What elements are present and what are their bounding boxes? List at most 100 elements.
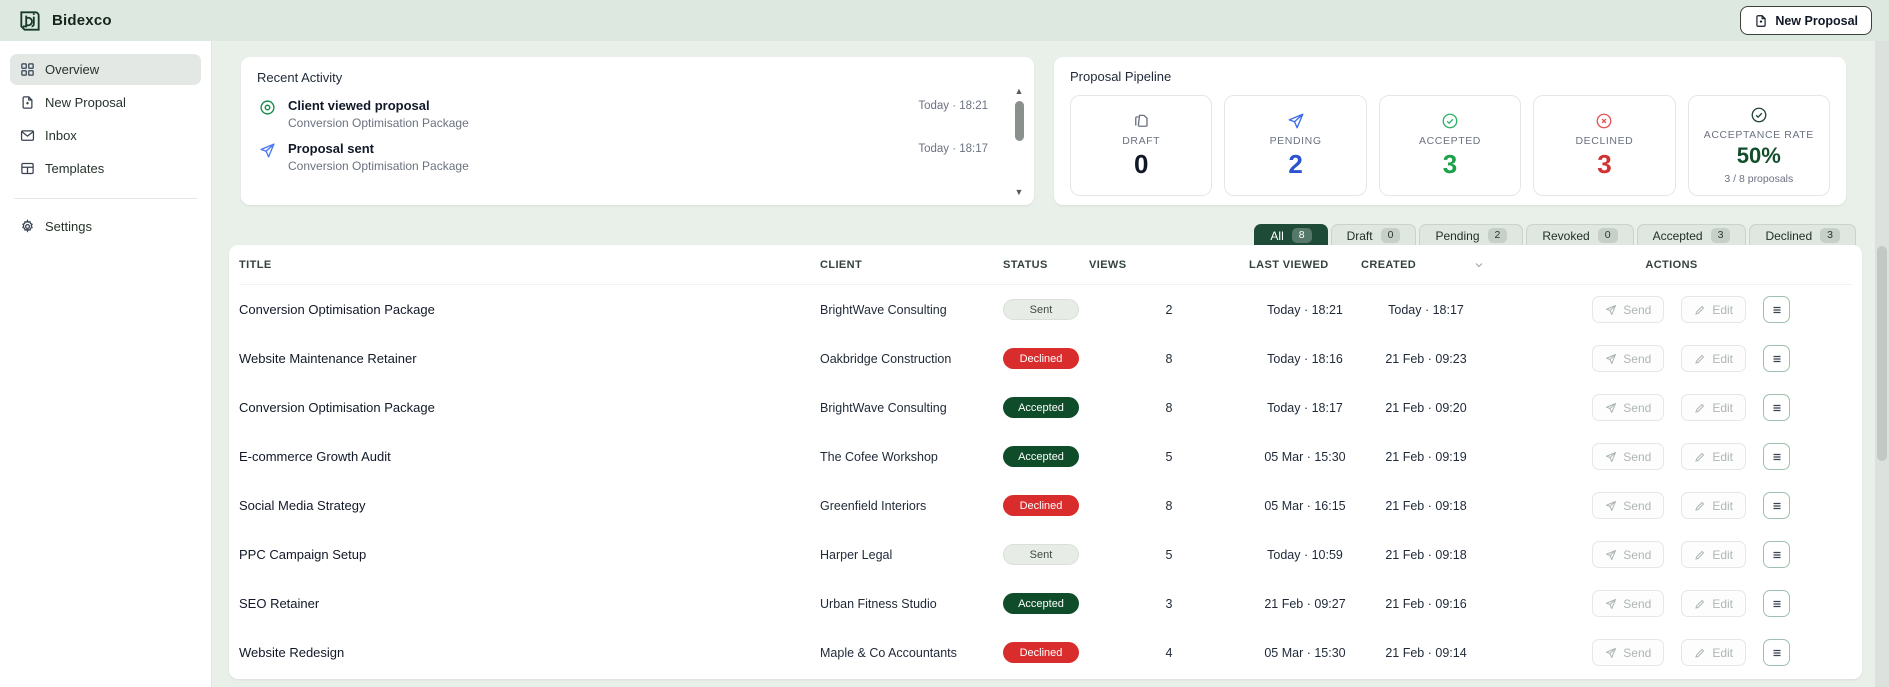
gear-icon [20, 219, 35, 234]
stat-declined: DECLINED 3 [1533, 95, 1675, 196]
recent-activity-title: Recent Activity [257, 70, 1018, 85]
chevron-down-icon[interactable] [1473, 259, 1485, 271]
edit-label: Edit [1712, 499, 1733, 513]
bidexco-logo-icon [17, 8, 43, 34]
status-badge-wrap: Accepted [1003, 593, 1089, 614]
proposal-created: 21 Feb · 09:18 [1361, 548, 1491, 562]
activity-title: Proposal sent [288, 141, 907, 156]
proposal-created: 21 Feb · 09:23 [1361, 352, 1491, 366]
proposal-last-viewed: Today · 18:17 [1249, 401, 1361, 415]
edit-button[interactable]: Edit [1681, 296, 1746, 323]
edit-button[interactable]: Edit [1681, 639, 1746, 666]
sidebar-item-label: Settings [45, 219, 92, 234]
send-label: Send [1623, 352, 1651, 366]
stat-acceptance-rate: ACCEPTANCE RATE 50% 3 / 8 proposals [1688, 95, 1830, 196]
edit-label: Edit [1712, 450, 1733, 464]
proposal-client: BrightWave Consulting [820, 303, 1003, 317]
send-button[interactable]: Send [1592, 590, 1664, 617]
stat-label: PENDING [1270, 135, 1322, 147]
row-actions: Send Edit [1491, 590, 1852, 617]
edit-button[interactable]: Edit [1681, 590, 1746, 617]
tab-pending[interactable]: Pending2 [1419, 224, 1523, 246]
hamburger-menu-icon [1771, 647, 1783, 659]
activity-text: Client viewed proposal Conversion Optimi… [288, 98, 907, 130]
row-menu-button[interactable] [1763, 639, 1790, 666]
edit-label: Edit [1712, 401, 1733, 415]
pencil-icon [1694, 500, 1706, 512]
edit-label: Edit [1712, 597, 1733, 611]
send-button[interactable]: Send [1592, 541, 1664, 568]
proposal-last-viewed: 05 Mar · 15:30 [1249, 646, 1361, 660]
proposal-last-viewed: Today · 10:59 [1249, 548, 1361, 562]
table-row: Website Maintenance Retainer Oakbridge C… [239, 334, 1852, 383]
tab-count-badge: 3 [1711, 228, 1731, 244]
row-menu-button[interactable] [1763, 492, 1790, 519]
status-badge-wrap: Accepted [1003, 397, 1089, 418]
sidebar-item-new-proposal[interactable]: New Proposal [10, 87, 201, 118]
brand: Bidexco [17, 8, 112, 34]
send-button[interactable]: Send [1592, 443, 1664, 470]
tab-label: All [1270, 229, 1283, 243]
edit-button[interactable]: Edit [1681, 541, 1746, 568]
tab-count-badge: 0 [1598, 228, 1618, 244]
send-button[interactable]: Send [1592, 394, 1664, 421]
table-header: TITLE CLIENT STATUS VIEWS LAST VIEWED CR… [239, 245, 1852, 285]
activity-scroll-thumb[interactable] [1015, 101, 1024, 141]
edit-button[interactable]: Edit [1681, 394, 1746, 421]
tab-declined[interactable]: Declined3 [1749, 224, 1856, 246]
row-menu-button[interactable] [1763, 443, 1790, 470]
stat-value: 2 [1288, 150, 1302, 179]
send-label: Send [1623, 303, 1651, 317]
sidebar-item-inbox[interactable]: Inbox [10, 120, 201, 151]
proposal-pipeline-card: Proposal Pipeline DRAFT 0 [1054, 57, 1846, 205]
activity-item: Client viewed proposal Conversion Optimi… [257, 98, 988, 130]
row-menu-button[interactable] [1763, 394, 1790, 421]
proposal-views: 8 [1089, 352, 1249, 366]
stat-value: 3 [1443, 150, 1457, 179]
edit-button[interactable]: Edit [1681, 492, 1746, 519]
grid-icon [20, 62, 35, 77]
page-scrollbar-thumb[interactable] [1877, 246, 1887, 461]
sidebar-item-settings[interactable]: Settings [10, 211, 201, 242]
file-plus-icon [1754, 14, 1768, 28]
sidebar-item-templates[interactable]: Templates [10, 153, 201, 184]
hamburger-menu-icon [1771, 598, 1783, 610]
recent-activity-card: Recent Activity Client viewed proposal C… [241, 57, 1034, 205]
tab-label: Pending [1435, 229, 1479, 243]
table-row: Conversion Optimisation Package BrightWa… [239, 383, 1852, 432]
edit-button[interactable]: Edit [1681, 345, 1746, 372]
column-header-title: TITLE [239, 259, 820, 271]
row-actions: Send Edit [1491, 296, 1852, 323]
proposal-client: Greenfield Interiors [820, 499, 1003, 513]
tab-accepted[interactable]: Accepted3 [1637, 224, 1747, 246]
activity-scroll-track[interactable] [1015, 99, 1024, 185]
sidebar-item-overview[interactable]: Overview [10, 54, 201, 85]
tab-draft[interactable]: Draft0 [1331, 224, 1417, 246]
send-label: Send [1623, 450, 1651, 464]
page-scrollbar[interactable] [1875, 41, 1889, 687]
tab-revoked[interactable]: Revoked 0 [1526, 224, 1633, 246]
sidebar-item-label: New Proposal [45, 95, 126, 110]
eye-icon [257, 98, 277, 130]
row-menu-button[interactable] [1763, 296, 1790, 323]
edit-label: Edit [1712, 352, 1733, 366]
send-button[interactable]: Send [1592, 492, 1664, 519]
stat-label: DECLINED [1575, 135, 1633, 147]
tab-all[interactable]: All8 [1254, 224, 1327, 246]
send-button[interactable]: Send [1592, 296, 1664, 323]
pencil-icon [1694, 451, 1706, 463]
row-menu-button[interactable] [1763, 345, 1790, 372]
scroll-up-icon[interactable]: ▲ [1015, 87, 1024, 96]
send-button[interactable]: Send [1592, 639, 1664, 666]
file-icon [1132, 112, 1150, 130]
pipeline-stats: DRAFT 0 PENDING 2 [1070, 95, 1830, 196]
send-button[interactable]: Send [1592, 345, 1664, 372]
scroll-down-icon[interactable]: ▼ [1015, 188, 1024, 197]
new-proposal-button[interactable]: New Proposal [1740, 6, 1872, 35]
tab-label: Revoked [1542, 229, 1589, 243]
proposal-last-viewed: Today · 18:21 [1249, 303, 1361, 317]
edit-button[interactable]: Edit [1681, 443, 1746, 470]
row-menu-button[interactable] [1763, 541, 1790, 568]
row-menu-button[interactable] [1763, 590, 1790, 617]
row-actions: Send Edit [1491, 394, 1852, 421]
